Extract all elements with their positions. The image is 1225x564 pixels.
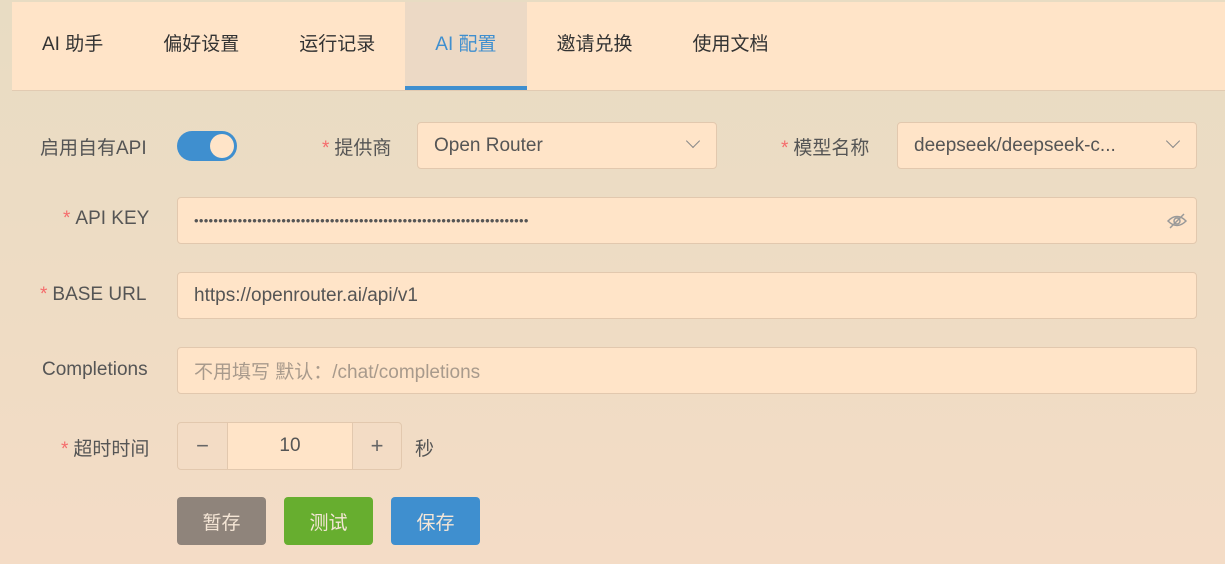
test-button[interactable]: 测试	[284, 497, 373, 545]
api-key-label: * API KEY	[63, 208, 150, 229]
provider-select[interactable]: Open Router	[417, 122, 717, 169]
tab-bar: AI 助手 偏好设置 运行记录 AI 配置 邀请兑换 使用文档	[12, 2, 1225, 91]
completions-input[interactable]: 不用填写 默认：/chat/completions	[177, 347, 1197, 394]
completions-label: Completions	[42, 359, 148, 380]
chevron-down-icon	[685, 133, 701, 149]
tab-preferences[interactable]: 偏好设置	[133, 2, 269, 90]
tab-run-history[interactable]: 运行记录	[269, 2, 405, 90]
draft-button[interactable]: 暂存	[177, 497, 266, 545]
decrement-button[interactable]: −	[178, 423, 227, 469]
timeout-unit: 秒	[415, 439, 435, 460]
timeout-input[interactable]: 10	[227, 423, 353, 469]
increment-button[interactable]: +	[353, 423, 401, 469]
tab-docs[interactable]: 使用文档	[663, 2, 799, 90]
provider-label: * 提供商	[322, 138, 392, 159]
api-key-input[interactable]: ••••••••••••••••••••••••••••••••••••••••…	[177, 197, 1197, 244]
save-button[interactable]: 保存	[391, 497, 480, 545]
toggle-knob	[210, 134, 234, 158]
tab-ai-assistant[interactable]: AI 助手	[12, 2, 133, 90]
enable-api-label: 启用自有API	[40, 138, 147, 159]
tab-invite-redeem[interactable]: 邀请兑换	[527, 2, 663, 90]
eye-off-icon[interactable]	[1166, 211, 1188, 231]
enable-api-toggle[interactable]	[177, 131, 237, 161]
base-url-input[interactable]: https://openrouter.ai/api/v1	[177, 272, 1197, 319]
timeout-stepper[interactable]: − 10 +	[177, 422, 402, 470]
model-select[interactable]: deepseek/deepseek-c...	[897, 122, 1197, 169]
model-label: * 模型名称	[781, 138, 870, 159]
tab-ai-config[interactable]: AI 配置	[405, 2, 527, 90]
chevron-down-icon	[1165, 133, 1181, 149]
base-url-label: * BASE URL	[40, 284, 147, 305]
timeout-label: * 超时时间	[61, 439, 150, 460]
